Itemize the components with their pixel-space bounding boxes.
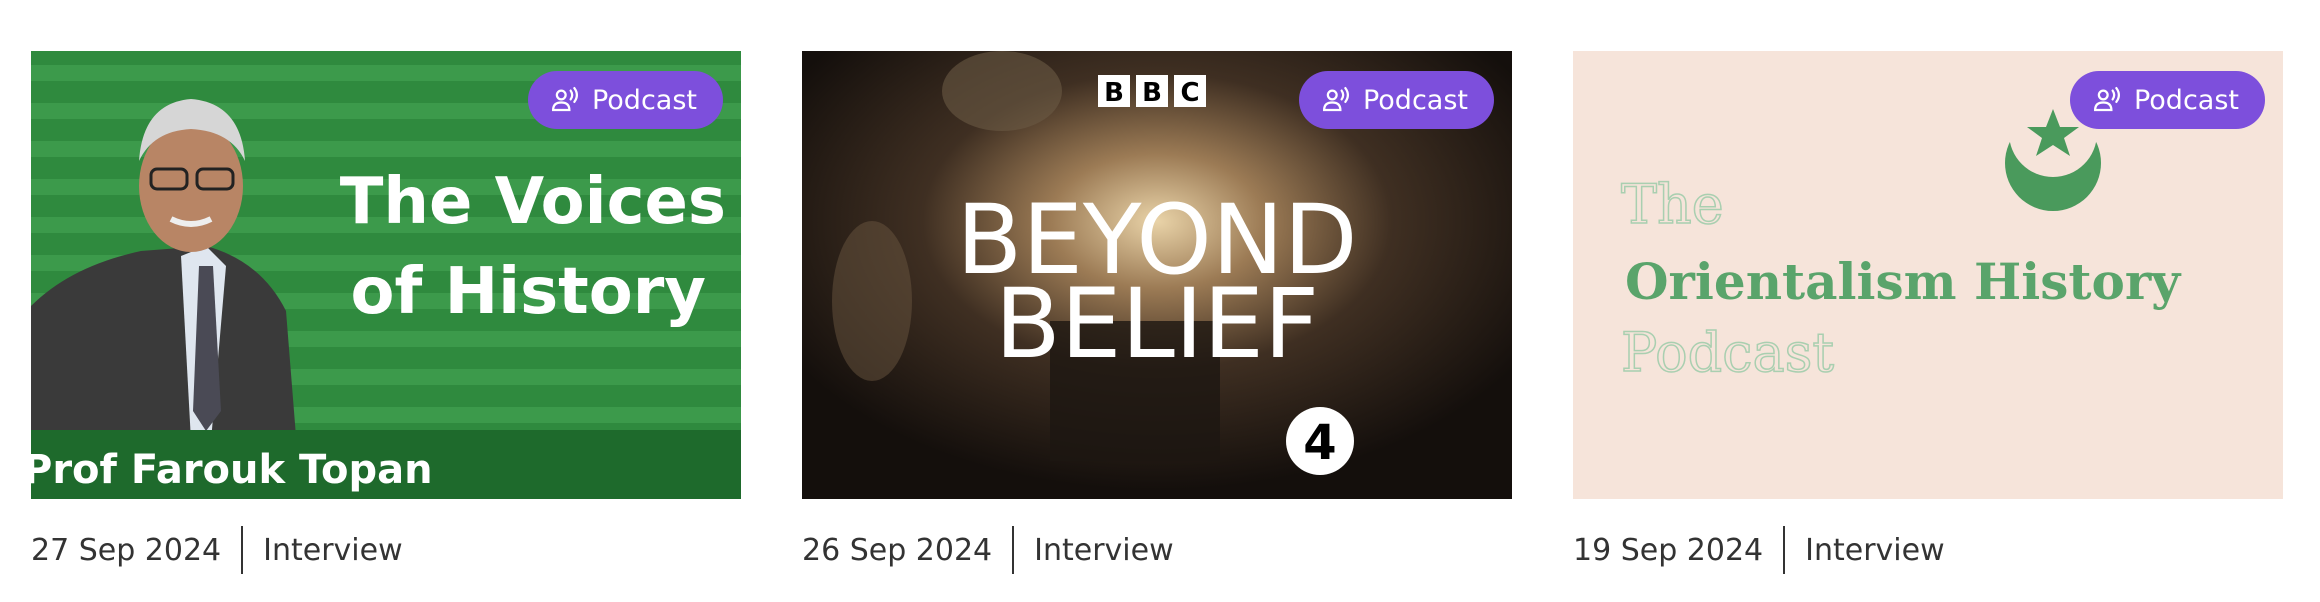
publish-date: 19 Sep 2024: [1573, 532, 1764, 568]
card-meta: 27 Sep 2024 Interview: [31, 525, 741, 575]
bbc-logo: B B C: [1098, 75, 1206, 108]
bbc-letter: B: [1104, 78, 1124, 108]
thumbnail-line1: The: [1621, 173, 1724, 236]
badge-label: Podcast: [1362, 84, 1468, 116]
bbc-letter: B: [1142, 78, 1162, 108]
thumbnail-title-line2: BELIEF: [995, 268, 1319, 380]
thumbnail-line3: Podcast: [1621, 321, 1834, 384]
meta-divider: [241, 526, 244, 574]
thumbnail-title-line1: The Voices: [340, 165, 726, 239]
category-label: Interview: [263, 532, 403, 568]
card-thumbnail[interactable]: The Orientalism History Podcast Podcast: [1573, 51, 2283, 499]
podcast-card[interactable]: The Orientalism History Podcast Podcast …: [1573, 51, 2283, 575]
channel-number: 4: [1303, 415, 1336, 471]
publish-date: 27 Sep 2024: [31, 532, 222, 568]
publish-date: 26 Sep 2024: [802, 532, 993, 568]
card-meta: 19 Sep 2024 Interview: [1573, 525, 2283, 575]
podcast-speaker-icon: [551, 87, 578, 112]
meta-divider: [1783, 526, 1786, 574]
badge-label: Podcast: [2133, 84, 2239, 116]
card-thumbnail[interactable]: The Voices of History Prof Farouk Topan …: [31, 51, 741, 499]
podcast-badge: Podcast: [1298, 71, 1494, 129]
card-thumbnail[interactable]: B B C BEYOND BELIEF 4 Podcast: [802, 51, 1512, 499]
category-label: Interview: [1034, 532, 1174, 568]
card-meta: 26 Sep 2024 Interview: [802, 525, 1512, 575]
podcast-speaker-icon: [2093, 87, 2120, 112]
podcast-speaker-icon: [1322, 87, 1349, 112]
meta-divider: [1012, 526, 1015, 574]
podcast-card[interactable]: B B C BEYOND BELIEF 4 Podcast 26 Sep 202…: [802, 51, 1512, 575]
podcast-card[interactable]: The Voices of History Prof Farouk Topan …: [31, 51, 741, 575]
podcast-card-grid: The Voices of History Prof Farouk Topan …: [31, 51, 2283, 575]
bbc-letter: C: [1180, 78, 1199, 108]
thumbnail-title-line2: of History: [350, 255, 706, 329]
thumbnail-caption: Prof Farouk Topan: [31, 447, 433, 493]
category-label: Interview: [1805, 532, 1945, 568]
badge-label: Podcast: [591, 84, 697, 116]
podcast-badge: Podcast: [2069, 71, 2265, 129]
thumbnail-line2: Orientalism History: [1625, 252, 2182, 311]
podcast-badge: Podcast: [527, 71, 723, 129]
